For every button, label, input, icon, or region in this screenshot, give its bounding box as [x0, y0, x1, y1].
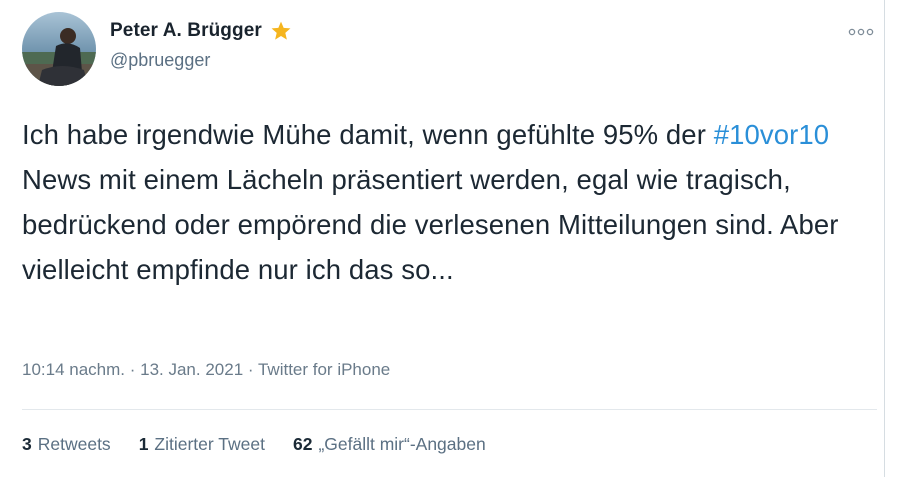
tweet-time[interactable]: 10:14 nachm. [22, 360, 125, 379]
display-name[interactable]: Peter A. Brügger [110, 20, 262, 42]
more-options-icon[interactable] [846, 22, 876, 42]
likes-count: 62 [292, 434, 313, 454]
likes-stat[interactable]: 62 „Gefällt mir“-Angaben [293, 434, 486, 455]
tweet-source[interactable]: Twitter for iPhone [258, 360, 390, 379]
user-handle[interactable]: @pbruegger [110, 50, 210, 71]
tweet-meta: 10:14 nachm. · 13. Jan. 2021 · Twitter f… [22, 360, 390, 380]
retweets-stat[interactable]: 3 Retweets [22, 434, 111, 455]
tweet-text: Ich habe irgendwie Mühe damit, wenn gefü… [22, 112, 872, 292]
quotes-count: 1 [138, 434, 149, 454]
tweet-date[interactable]: 13. Jan. 2021 [140, 360, 243, 379]
name-row: Peter A. Brügger [110, 20, 292, 42]
quotes-stat[interactable]: 1 Zitierter Tweet [139, 434, 265, 455]
meta-separator: · [243, 360, 258, 379]
card-right-border [884, 0, 885, 477]
divider [22, 409, 877, 410]
profile-photo [22, 12, 96, 86]
tweet-stats: 3 Retweets 1 Zitierter Tweet 62 „Gefällt… [22, 434, 514, 455]
retweets-label: Retweets [37, 434, 111, 454]
tweet-text-part: News mit einem Lächeln präsentiert werde… [22, 164, 839, 285]
meta-separator: · [125, 360, 141, 379]
star-icon [270, 20, 292, 42]
quotes-label: Zitierter Tweet [154, 434, 265, 454]
likes-label: „Gefällt mir“-Angaben [318, 434, 486, 454]
hashtag-link[interactable]: #10vor10 [714, 119, 829, 150]
avatar[interactable] [22, 12, 96, 86]
tweet-text-part: Ich habe irgendwie Mühe damit, wenn gefü… [22, 119, 714, 150]
retweets-count: 3 [22, 434, 32, 454]
